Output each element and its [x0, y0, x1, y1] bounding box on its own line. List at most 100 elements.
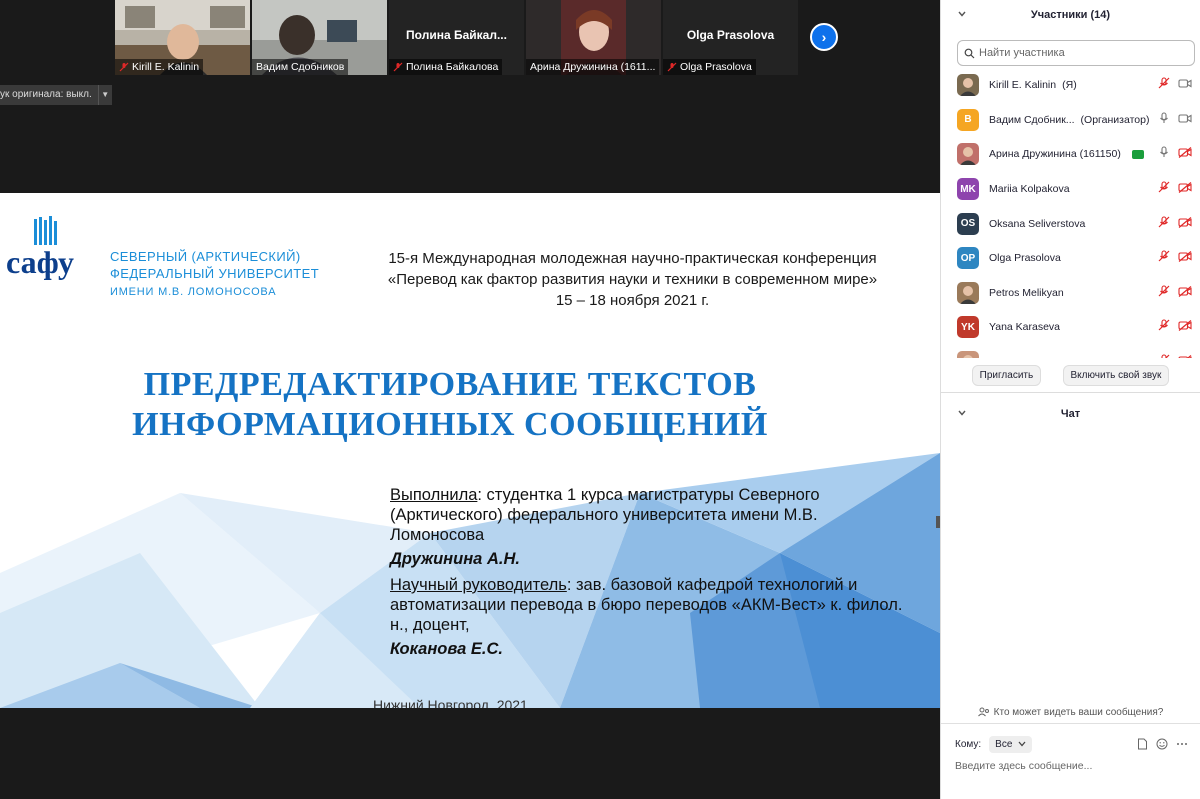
slide-title: ПРЕДРЕДАКТИРОВАНИЕ ТЕКСТОВ ИНФОРМАЦИОННЫ… — [100, 365, 800, 445]
participant-status-icons — [1158, 206, 1192, 241]
participant-row[interactable]: Kirill E. Kalinin (Я) — [941, 68, 1200, 103]
video-off-icon[interactable] — [1178, 249, 1192, 267]
author-paragraph: Выполнила: студентка 1 курса магистратур… — [390, 485, 910, 545]
participant-row[interactable]: YK Yana Karaseva — [941, 310, 1200, 345]
mic-muted-icon[interactable] — [1158, 76, 1170, 94]
participant-row[interactable]: Алина Хозяинова — [941, 345, 1200, 358]
avatar: OS — [957, 212, 979, 235]
conference-info: 15-я Международная молодежная научно-пра… — [355, 248, 910, 311]
avatar-photo — [957, 143, 979, 166]
chevron-down-icon[interactable] — [957, 408, 967, 418]
video-off-icon[interactable] — [1178, 215, 1192, 233]
chevron-down-icon — [1018, 741, 1026, 747]
participant-row[interactable]: В Вадим Сдобник... (Организатор) — [941, 103, 1200, 138]
tile-label: Kirill E. Kalinin — [115, 59, 204, 75]
shared-screen-slide: сафу СЕВЕРНЫЙ (АРКТИЧЕСКИЙ) ФЕДЕРАЛЬНЫЙ … — [0, 193, 940, 708]
mic-muted-icon[interactable] — [1158, 180, 1170, 198]
slide-title-line: ПРЕДРЕДАКТИРОВАНИЕ ТЕКСТОВ — [143, 366, 757, 403]
original-sound-bar[interactable]: ук оригинала: выкл. ▼ — [0, 85, 112, 105]
video-off-icon[interactable] — [1178, 145, 1192, 163]
university-logo: сафу — [6, 216, 74, 280]
recipient-value: Все — [995, 738, 1013, 750]
mic-icon[interactable] — [1158, 111, 1170, 129]
supervisor-paragraph: Научный руководитель: зав. базовой кафед… — [390, 575, 910, 635]
avatar: MK — [957, 178, 979, 201]
participant-row[interactable]: Арина Дружинина (161150) — [941, 137, 1200, 172]
next-page-button[interactable]: › — [810, 23, 838, 51]
conference-dates: 15 – 18 ноября 2021 г. — [555, 292, 710, 309]
video-off-icon[interactable] — [1178, 318, 1192, 336]
mic-muted-icon[interactable] — [1158, 284, 1170, 302]
file-icon[interactable] — [1137, 738, 1148, 750]
video-tile[interactable]: Вадим Сдобников — [252, 0, 387, 75]
participant-name: Oksana Seliverstova — [989, 217, 1086, 230]
who-can-see-link[interactable]: Кто может видеть ваши сообщения? — [941, 704, 1200, 720]
mic-icon[interactable] — [1158, 145, 1170, 163]
avatar: YK — [957, 316, 979, 339]
tile-name: Арина Дружинина (1611... — [530, 61, 656, 73]
tile-name: Kirill E. Kalinin — [132, 61, 200, 73]
participant-row[interactable]: OS Oksana Seliverstova — [941, 206, 1200, 241]
search-icon — [964, 48, 975, 58]
video-camera-icon[interactable] — [1178, 76, 1192, 94]
university-line: СЕВЕРНЫЙ (АРКТИЧЕСКИЙ) — [110, 249, 301, 264]
participants-title: Участники (14) — [1030, 9, 1111, 21]
search-input[interactable] — [979, 47, 1179, 59]
participant-row[interactable]: Petros Melikyan — [941, 276, 1200, 311]
participant-name: Арина Дружинина (161150) — [989, 148, 1121, 161]
mic-muted-icon[interactable] — [1158, 215, 1170, 233]
screen-share-icon — [1132, 150, 1144, 160]
participant-status-icons — [1158, 68, 1192, 103]
chat-messages-area — [941, 445, 1200, 703]
supervisor-name: Коканова Е.С. — [390, 640, 503, 658]
tile-name: Вадим Сдобников — [256, 61, 345, 73]
video-off-icon[interactable] — [1178, 180, 1192, 198]
university-line: ИМЕНИ М.В. ЛОМОНОСОВА — [110, 286, 277, 298]
composer-tools — [1137, 738, 1188, 750]
video-off-icon[interactable] — [1178, 284, 1192, 302]
participants-header[interactable]: Участники (14) — [941, 0, 1200, 30]
participant-row[interactable]: OP Olga Prasolova — [941, 241, 1200, 276]
video-tile[interactable]: Kirill E. Kalinin — [115, 0, 250, 75]
participant-search[interactable] — [957, 40, 1195, 66]
university-name: СЕВЕРНЫЙ (АРКТИЧЕСКИЙ) ФЕДЕРАЛЬНЫЙ УНИВЕ… — [110, 248, 319, 301]
video-off-icon[interactable] — [1178, 353, 1192, 358]
mic-muted-icon[interactable] — [1158, 249, 1170, 267]
participant-row[interactable]: MK Mariia Kolpakova — [941, 172, 1200, 207]
tile-label: Вадим Сдобников — [252, 59, 349, 75]
chevron-down-icon[interactable] — [957, 9, 967, 19]
video-tile[interactable]: Olga Prasolova Olga Prasolova — [663, 0, 798, 75]
participant-name: Алина Хозяинова — [989, 356, 1074, 358]
video-camera-icon[interactable] — [1178, 111, 1192, 129]
video-tile[interactable]: Полина Байкал... Полина Байкалова — [389, 0, 524, 75]
more-icon[interactable] — [1176, 738, 1188, 750]
chevron-right-icon: › — [821, 29, 827, 45]
avatar: OP — [957, 247, 979, 270]
unmute-self-button[interactable]: Включить свой звук — [1062, 364, 1170, 386]
participant-status-icons — [1158, 103, 1192, 138]
participants-list: Kirill E. Kalinin (Я) В Вадим Сдобник... (Ор… — [941, 68, 1200, 358]
tile-label: Арина Дружинина (1611... — [526, 59, 660, 75]
chat-header[interactable]: Чат — [941, 399, 1200, 429]
mic-muted-icon[interactable] — [1158, 318, 1170, 336]
tile-display-name: Olga Prasolova — [686, 28, 775, 42]
author-label: Выполнила — [390, 486, 478, 504]
mic-muted-icon[interactable] — [1158, 353, 1170, 358]
caret-down-icon[interactable]: ▼ — [97, 85, 112, 105]
recipient-select[interactable]: Все — [989, 735, 1033, 753]
chat-composer: Кому: Все — [941, 723, 1200, 799]
invite-button[interactable]: Пригласить — [971, 364, 1042, 386]
tile-name: Полина Байкалова — [406, 61, 499, 73]
emoji-icon[interactable] — [1156, 738, 1168, 750]
participant-status-icons — [1158, 310, 1192, 345]
participant-name: Mariia Kolpakova — [989, 183, 1070, 196]
video-tile-active-speaker[interactable]: Арина Дружинина (1611... — [526, 0, 661, 75]
tile-label: Olga Prasolova — [663, 59, 756, 75]
chat-title: Чат — [1060, 408, 1081, 420]
participant-status-icons — [1158, 172, 1192, 207]
tile-label: Полина Байкалова — [389, 59, 503, 75]
participant-name: Kirill E. Kalinin — [989, 79, 1057, 92]
chat-message-input[interactable] — [955, 760, 1185, 772]
who-can-see-text: Кто может видеть ваши сообщения? — [993, 706, 1164, 718]
conference-line: 15-я Международная молодежная научно-пра… — [388, 250, 877, 267]
